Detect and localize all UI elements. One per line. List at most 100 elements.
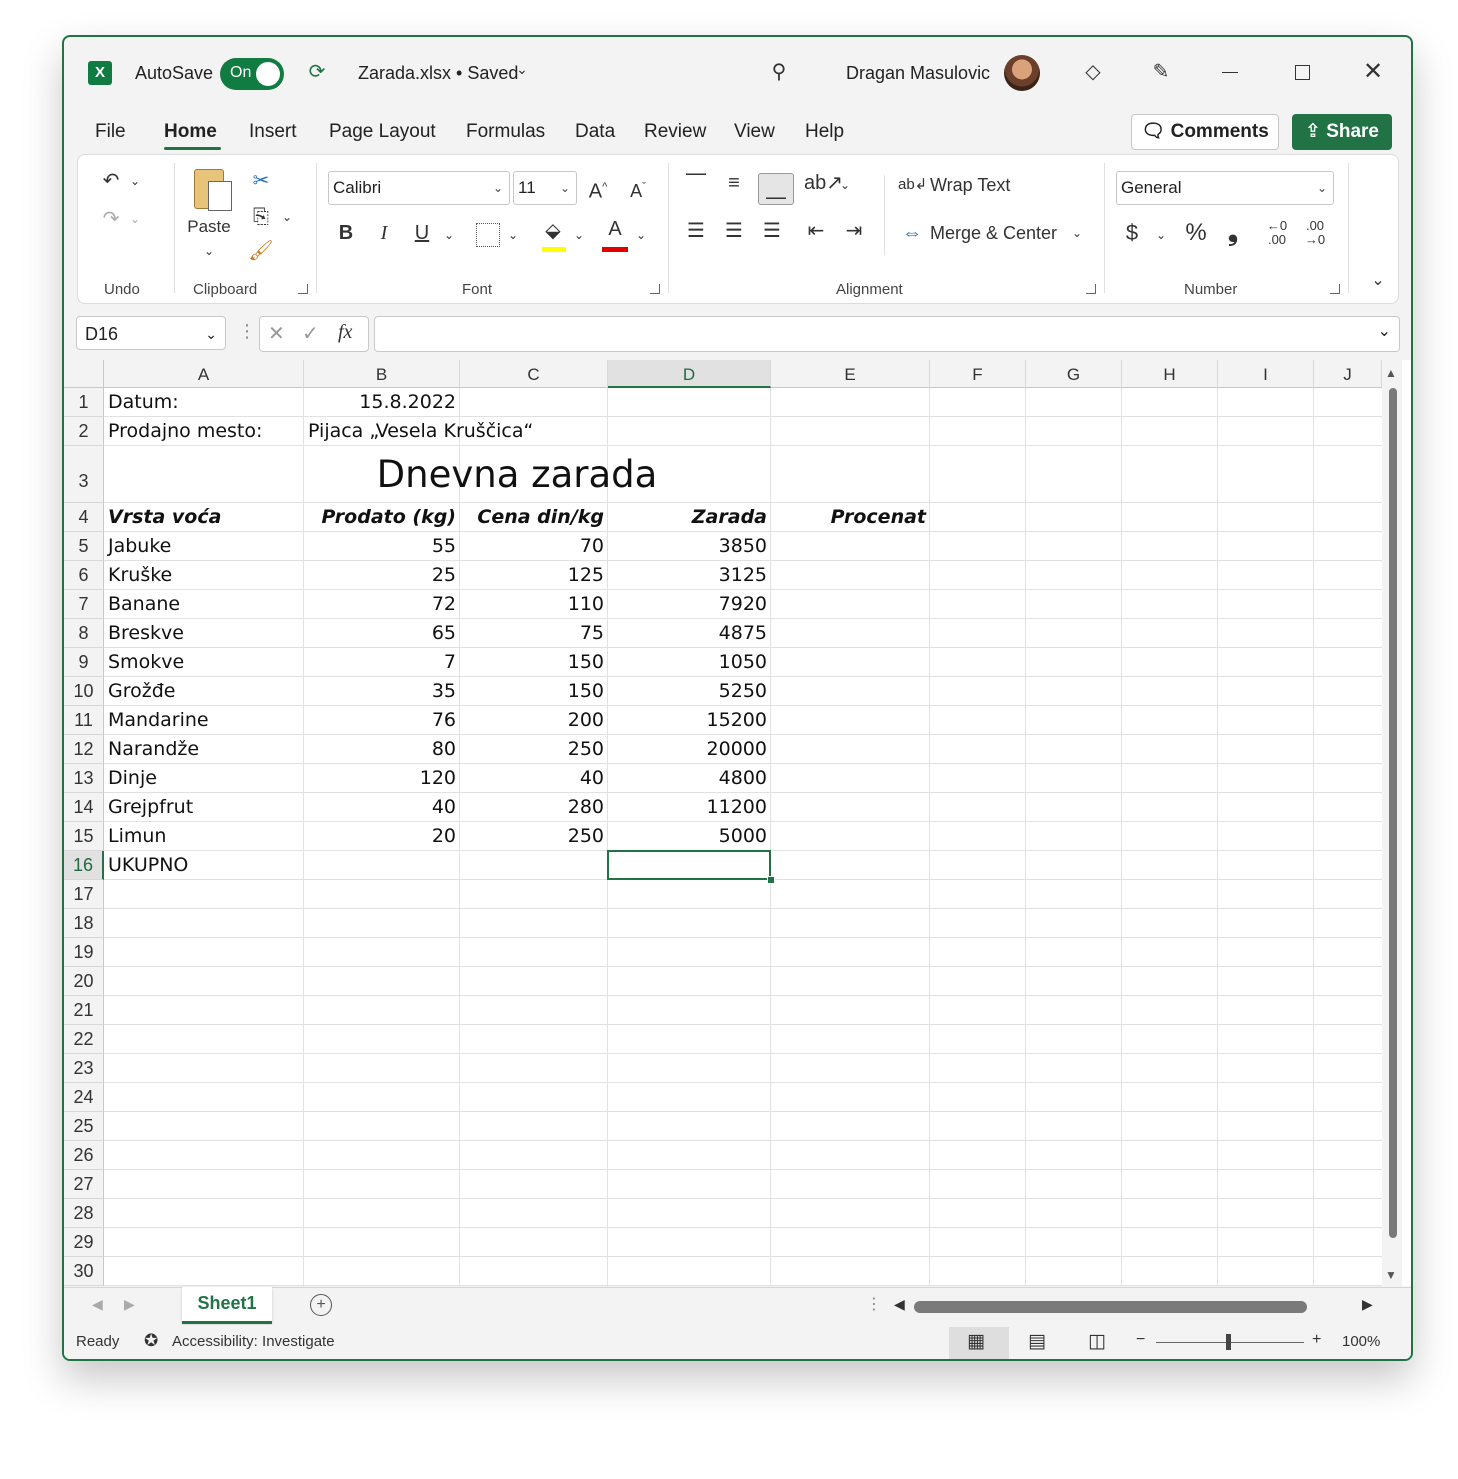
row-header-9[interactable]: 9 xyxy=(64,648,104,677)
orientation-icon[interactable]: ab↗ xyxy=(804,169,843,197)
currency-button[interactable]: $ xyxy=(1120,219,1144,247)
cell-a13[interactable]: Dinje xyxy=(108,764,298,793)
next-sheet-icon[interactable]: ▶ xyxy=(124,1296,135,1313)
fill-color-dropdown-icon[interactable]: ⌄ xyxy=(572,221,586,249)
wrap-text-icon[interactable]: ab↲ xyxy=(898,171,927,199)
number-format-dropdown[interactable]: General ⌄ xyxy=(1116,171,1334,205)
align-bottom-icon[interactable]: ⎽ xyxy=(758,173,794,205)
row-header-17[interactable]: 17 xyxy=(64,880,104,909)
cell-b10[interactable]: 35 xyxy=(304,677,456,706)
font-name-dropdown[interactable]: Calibri ⌄ xyxy=(328,171,510,205)
tab-review[interactable]: Review xyxy=(644,121,706,143)
enter-icon[interactable]: ✓ xyxy=(302,321,319,346)
sheet-tab-sheet1[interactable]: Sheet1 xyxy=(182,1287,272,1324)
row-header-24[interactable]: 24 xyxy=(64,1083,104,1112)
chevron-down-icon[interactable]: ⌄ xyxy=(512,61,532,78)
decrease-indent-icon[interactable]: ⇤ xyxy=(802,217,830,245)
autosave-toggle[interactable]: On xyxy=(220,58,284,90)
scroll-up-icon[interactable]: ▲ xyxy=(1385,366,1397,380)
zoom-out-button[interactable]: − xyxy=(1136,1331,1145,1349)
cell-c4-header[interactable]: Cena din/kg xyxy=(460,503,604,532)
cell-c9[interactable]: 150 xyxy=(460,648,604,677)
column-header-b[interactable]: B xyxy=(304,360,460,388)
cell-b14[interactable]: 40 xyxy=(304,793,456,822)
zoom-slider-thumb[interactable] xyxy=(1226,1334,1231,1350)
borders-icon[interactable] xyxy=(476,223,500,247)
cell-b7[interactable]: 72 xyxy=(304,590,456,619)
cell-c8[interactable]: 75 xyxy=(460,619,604,648)
merge-center-icon[interactable]: ⇔ xyxy=(898,219,926,247)
fill-color-icon[interactable]: ⬙ xyxy=(540,217,566,245)
column-header-e[interactable]: E xyxy=(771,360,930,388)
align-left-icon[interactable]: ☰ xyxy=(682,217,710,245)
increase-indent-icon[interactable]: ⇥ xyxy=(840,217,868,245)
borders-dropdown-icon[interactable]: ⌄ xyxy=(506,221,520,249)
row-header-5[interactable]: 5 xyxy=(64,532,104,561)
row-header-16[interactable]: 16 xyxy=(64,851,104,880)
row-header-25[interactable]: 25 xyxy=(64,1112,104,1141)
redo-dropdown-icon[interactable]: ⌄ xyxy=(128,205,142,233)
cell-c7[interactable]: 110 xyxy=(460,590,604,619)
cell-a3-title[interactable]: Dnevna zarada xyxy=(104,446,930,503)
comments-button[interactable]: 🗨︎ Comments xyxy=(1131,114,1279,150)
cell-d15[interactable]: 5000 xyxy=(608,822,767,851)
cell-b12[interactable]: 80 xyxy=(304,735,456,764)
merge-center-label[interactable]: Merge & Center xyxy=(930,219,1057,247)
column-header-f[interactable]: F xyxy=(930,360,1026,388)
copy-dropdown-icon[interactable]: ⌄ xyxy=(280,203,294,231)
cut-icon[interactable]: ✂ xyxy=(246,167,276,195)
cell-a16[interactable]: UKUPNO xyxy=(108,851,298,880)
wrap-text-label[interactable]: Wrap Text xyxy=(930,171,1010,199)
save-sync-icon[interactable]: ⟳ xyxy=(302,59,332,84)
increase-font-size-icon[interactable]: A^ xyxy=(584,173,612,206)
cell-c12[interactable]: 250 xyxy=(460,735,604,764)
accessibility-status[interactable]: Accessibility: Investigate xyxy=(172,1333,335,1350)
selected-cell-d16[interactable] xyxy=(607,850,771,880)
chevron-down-icon[interactable]: ⌄ xyxy=(1378,321,1391,341)
tab-view[interactable]: View xyxy=(734,121,775,143)
row-header-26[interactable]: 26 xyxy=(64,1141,104,1170)
worksheet-grid[interactable]: ABCDEFGHIJ 1 2 3 4 5 6 7 8 9 10 11 12 13 14 15 16 17 18 19… xyxy=(64,360,1411,1286)
column-header-c[interactable]: C xyxy=(460,360,608,388)
underline-button[interactable]: U xyxy=(410,219,434,247)
number-launcher-icon[interactable] xyxy=(1330,284,1340,294)
row-header-14[interactable]: 14 xyxy=(64,793,104,822)
cell-a15[interactable]: Limun xyxy=(108,822,298,851)
row-header-6[interactable]: 6 xyxy=(64,561,104,590)
accessibility-icon[interactable]: ✪ xyxy=(144,1331,158,1351)
row-header-7[interactable]: 7 xyxy=(64,590,104,619)
font-color-dropdown-icon[interactable]: ⌄ xyxy=(634,221,648,249)
cell-a8[interactable]: Breskve xyxy=(108,619,298,648)
name-box[interactable]: D16 ⌄ xyxy=(76,316,226,350)
increase-decimal-icon[interactable]: ←0.00 xyxy=(1262,219,1292,247)
cell-b8[interactable]: 65 xyxy=(304,619,456,648)
cell-b13[interactable]: 120 xyxy=(304,764,456,793)
user-name[interactable]: Dragan Masulovic xyxy=(846,63,990,84)
normal-view-icon[interactable]: ▦ xyxy=(967,1330,985,1353)
underline-dropdown-icon[interactable]: ⌄ xyxy=(442,221,456,249)
tab-file[interactable]: File xyxy=(95,121,126,143)
bold-button[interactable]: B xyxy=(334,219,358,247)
scroll-left-icon[interactable]: ◀ xyxy=(894,1296,905,1313)
column-header-h[interactable]: H xyxy=(1122,360,1218,388)
formula-input[interactable]: ⌄ xyxy=(374,316,1400,352)
row-header-13[interactable]: 13 xyxy=(64,764,104,793)
fill-handle[interactable] xyxy=(767,876,775,884)
cell-c14[interactable]: 280 xyxy=(460,793,604,822)
cell-a1[interactable]: Datum: xyxy=(108,388,298,417)
align-top-icon[interactable]: ⎺ xyxy=(682,169,710,197)
paste-icon[interactable] xyxy=(190,165,232,213)
maximize-icon[interactable] xyxy=(1295,65,1310,80)
cell-d9[interactable]: 1050 xyxy=(608,648,767,677)
row-header-1[interactable]: 1 xyxy=(64,388,104,417)
row-header-12[interactable]: 12 xyxy=(64,735,104,764)
cell-d10[interactable]: 5250 xyxy=(608,677,767,706)
paste-dropdown-icon[interactable]: ⌄ xyxy=(196,237,222,265)
column-header-d[interactable]: D xyxy=(608,360,771,388)
font-size-dropdown[interactable]: 11 ⌄ xyxy=(513,171,577,205)
prev-sheet-icon[interactable]: ◀ xyxy=(92,1296,103,1313)
cell-b5[interactable]: 55 xyxy=(304,532,456,561)
copy-icon[interactable]: ⎘ xyxy=(246,203,276,231)
cell-c10[interactable]: 150 xyxy=(460,677,604,706)
page-break-view-icon[interactable]: ◫ xyxy=(1088,1330,1106,1353)
